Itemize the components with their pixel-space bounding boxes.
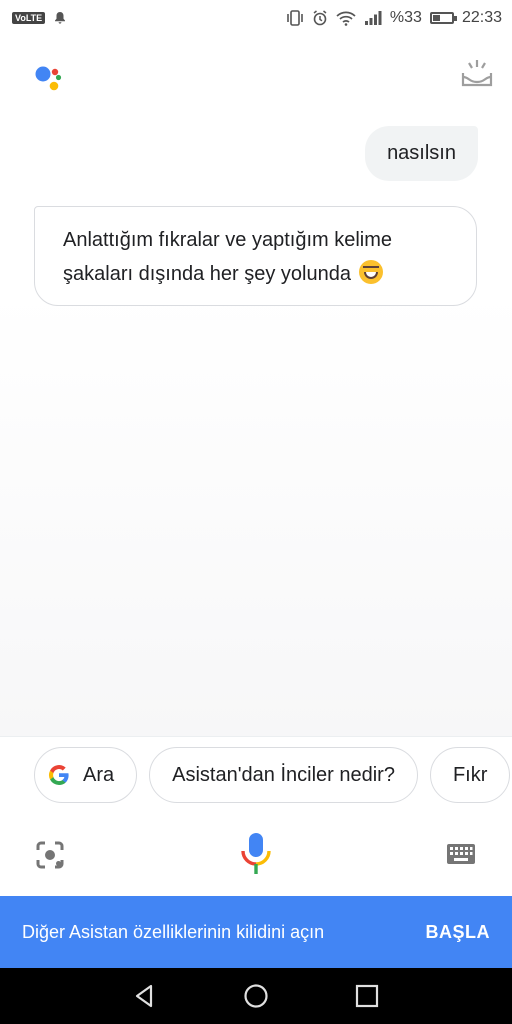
notification-bell-icon (55, 12, 66, 24)
recents-icon[interactable] (354, 983, 380, 1009)
conversation-area: nasılsın Anlattığım fıkralar ve yaptığım… (0, 100, 512, 736)
home-icon[interactable] (243, 983, 269, 1009)
suggestion-chip-label: Asistan'dan İnciler nedir? (172, 763, 395, 786)
suggestion-chip-search[interactable]: Ara (34, 747, 138, 803)
clock: 22:33 (461, 9, 502, 26)
status-bar: VoLTE %33 22:33 (0, 0, 512, 36)
microphone-icon[interactable] (238, 831, 274, 877)
assistant-message-line2: şakaları dışında her şey yolunda (63, 263, 351, 285)
assistant-message-line1: Anlattığım fıkralar ve yaptığım kelime (63, 229, 393, 251)
alarm-icon (313, 10, 327, 26)
start-button[interactable]: BAŞLA (426, 922, 491, 943)
vibrate-icon (287, 10, 303, 26)
suggestion-chip-label: Fıkr (452, 763, 488, 786)
battery-percent: %33 (389, 9, 422, 26)
status-left: VoLTE (12, 11, 67, 25)
battery-icon (429, 12, 457, 24)
suggestion-chip-label: Ara (83, 763, 115, 786)
wifi-icon (336, 11, 356, 26)
signal-icon (364, 11, 382, 25)
back-icon[interactable] (132, 983, 158, 1009)
banner-text: Diğer Asistan özelliklerinin kilidini aç… (22, 921, 325, 942)
snapshot-tray-icon[interactable] (460, 56, 494, 90)
suggestion-chip-fikra[interactable]: Fıkr (429, 747, 511, 803)
suggestion-chips: Ara Asistan'dan İnciler nedir? Fıkr (34, 747, 511, 805)
status-right: %33 22:33 (286, 9, 502, 27)
bottom-input-area: Ara Asistan'dan İnciler nedir? Fıkr (0, 736, 512, 897)
lens-icon[interactable] (34, 839, 66, 871)
assistant-header (0, 52, 512, 100)
unlock-features-banner[interactable]: Diğer Asistan özelliklerinin kilidini aç… (0, 896, 512, 968)
google-assistant-logo (35, 66, 62, 91)
assistant-message-bubble: Anlattığım fıkralar ve yaptığım kelime ş… (34, 206, 477, 306)
navigation-bar (0, 968, 512, 1024)
google-g-icon (49, 765, 69, 785)
suggestion-chip-inciler[interactable]: Asistan'dan İnciler nedir? (149, 747, 418, 803)
volte-badge: VoLTE (12, 12, 46, 24)
laughing-face-emoji (358, 260, 383, 284)
user-message-bubble: nasılsın (365, 126, 478, 181)
keyboard-icon[interactable] (446, 843, 476, 865)
